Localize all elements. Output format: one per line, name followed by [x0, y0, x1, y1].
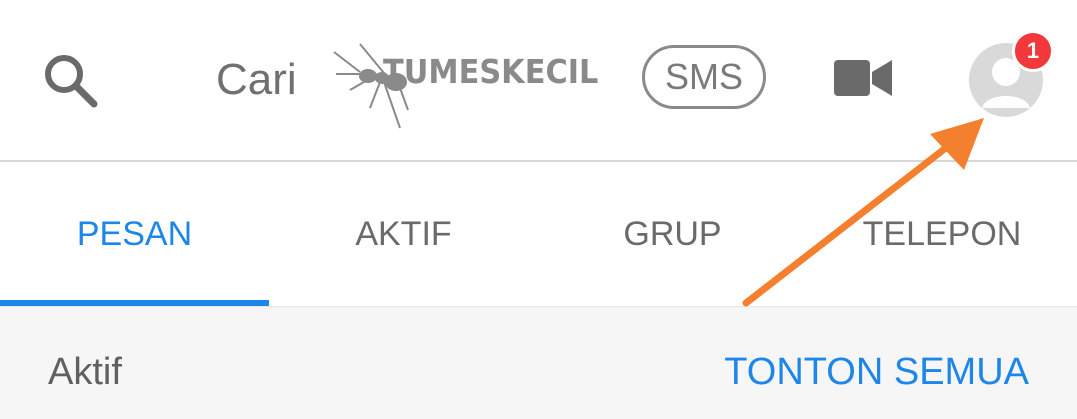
tab-bar: PESAN AKTIF GRUP TELEPON — [0, 162, 1077, 306]
video-call-button[interactable] — [834, 58, 894, 98]
sms-button[interactable]: SMS — [642, 45, 766, 109]
section-title: Aktif — [48, 351, 122, 393]
tab-telepon[interactable]: TELEPON — [807, 162, 1077, 306]
search-button[interactable] — [40, 52, 100, 108]
search-icon — [45, 55, 98, 108]
active-section-header: Aktif TONTON SEMUA — [0, 306, 1077, 419]
watermark-text: TUMESKECIL — [383, 52, 599, 91]
tab-aktif[interactable]: AKTIF — [269, 162, 538, 306]
video-camera-icon — [834, 60, 892, 96]
top-app-bar: Cari TUMESKECIL SMS 1 — [0, 0, 1077, 162]
search-field[interactable]: Cari — [216, 55, 297, 105]
see-all-link[interactable]: TONTON SEMUA — [724, 351, 1029, 394]
tab-pesan[interactable]: PESAN — [0, 162, 269, 306]
notification-badge: 1 — [1012, 30, 1054, 72]
search-placeholder-text: Cari — [216, 55, 297, 104]
sms-label: SMS — [664, 56, 743, 97]
tab-grup[interactable]: GRUP — [538, 162, 807, 306]
